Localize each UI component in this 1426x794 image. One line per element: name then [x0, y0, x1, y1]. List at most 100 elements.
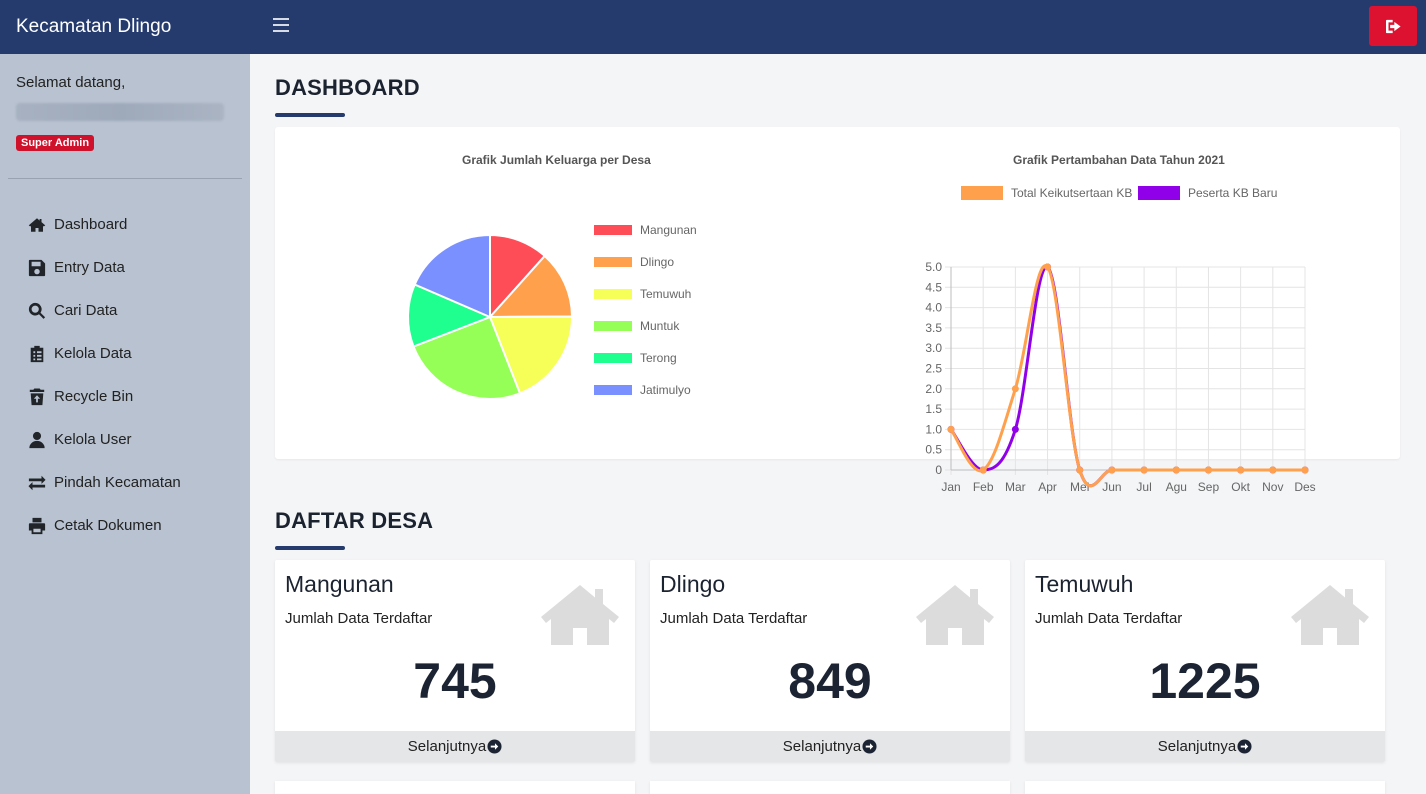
data-point[interactable] [1269, 466, 1277, 474]
x-tick-label: Sep [1198, 480, 1220, 494]
data-point[interactable] [1076, 466, 1084, 474]
village-card: Temuwuh Jumlah Data Terdaftar 1225 Selanjut… [1025, 560, 1385, 762]
y-tick-label: 0.5 [925, 443, 942, 457]
village-card-partial [650, 781, 1010, 794]
legend-label: Peserta KB Baru [1188, 186, 1278, 200]
brand-title[interactable]: Kecamatan Dlingo [0, 0, 250, 54]
data-point[interactable] [1204, 466, 1212, 474]
sidebar-item-recycle-bin[interactable]: Recycle Bin [0, 375, 250, 418]
sidebar-item-entry-data[interactable]: Entry Data [0, 246, 250, 289]
legend-swatch [594, 257, 632, 267]
villages-title: DAFTAR DESA [275, 508, 434, 533]
role-badge: Super Admin [16, 135, 95, 151]
data-point[interactable] [1237, 466, 1245, 474]
y-tick-label: 3.0 [925, 341, 942, 355]
arrow-circle-right-icon [1237, 739, 1252, 754]
legend-label: Dlingo [640, 255, 675, 269]
search-icon [28, 302, 46, 319]
village-card-partial [275, 781, 635, 794]
village-name: Temuwuh [1035, 571, 1134, 597]
data-point[interactable] [979, 466, 987, 474]
data-point[interactable] [1011, 425, 1019, 433]
pie-legend-item[interactable]: Muntuk [594, 319, 679, 333]
legend-label: Terong [640, 351, 677, 365]
villages-title-underline [275, 546, 345, 550]
pie-chart-title: Grafik Jumlah Keluarga per Desa [462, 153, 651, 167]
house-icon [916, 585, 994, 645]
village-detail-link[interactable]: Selanjutnya [650, 731, 1010, 762]
data-point[interactable] [1011, 385, 1019, 393]
save-icon [28, 259, 46, 276]
pie-legend-item[interactable]: Terong [594, 351, 677, 365]
sidebar-item-cari-data[interactable]: Cari Data [0, 289, 250, 332]
village-card-partial [1025, 781, 1385, 794]
legend-swatch [961, 186, 1003, 200]
x-tick-label: Agu [1166, 480, 1187, 494]
sidebar-item-kelola-data[interactable]: Kelola Data [0, 332, 250, 375]
legend-label: Mangunan [640, 223, 697, 237]
data-point[interactable] [1044, 263, 1052, 271]
x-tick-label: Jul [1136, 480, 1151, 494]
print-icon [28, 517, 46, 534]
x-tick-label: Feb [973, 480, 994, 494]
sidebar-item-pindah-kecamatan[interactable]: Pindah Kecamatan [0, 461, 250, 504]
y-tick-label: 5.0 [925, 260, 942, 274]
sidebar-divider [8, 178, 242, 179]
legend-label: Jatimulyo [640, 383, 691, 397]
welcome-text: Selamat datang, [16, 74, 126, 91]
x-tick-label: Jun [1102, 480, 1121, 494]
topbar [250, 0, 1426, 54]
sidebar: Kecamatan Dlingo Selamat datang, Super A… [0, 0, 250, 794]
x-tick-label: Mar [1005, 480, 1026, 494]
village-count: 1225 [1149, 653, 1261, 709]
main-content: DASHBOARD Grafik Jumlah Keluarga per Des… [250, 54, 1426, 794]
sidebar-item-dashboard[interactable]: Dashboard [0, 203, 250, 246]
village-detail-link[interactable]: Selanjutnya [275, 731, 635, 762]
detail-link-label: Selanjutnya [782, 738, 862, 755]
pie-legend-item[interactable]: Mangunan [594, 223, 697, 237]
pie-legend-item[interactable]: Temuwuh [594, 287, 691, 301]
arrow-circle-right-icon [862, 739, 877, 754]
village-card: Mangunan Jumlah Data Terdaftar 745 Selanjut… [275, 560, 635, 762]
village-subtitle: Jumlah Data Terdaftar [660, 610, 808, 627]
logout-button[interactable] [1369, 6, 1417, 46]
line-legend-item-baru[interactable]: Peserta KB Baru [1138, 186, 1277, 200]
legend-swatch [594, 225, 632, 235]
line-legend-item-total[interactable]: Total Keikutsertaan KB [961, 186, 1132, 200]
detail-link-label: Selanjutnya [407, 738, 487, 755]
y-tick-label: 2.0 [925, 382, 942, 396]
x-tick-label: Jan [941, 480, 960, 494]
sidebar-item-kelola-user[interactable]: Kelola User [0, 418, 250, 461]
clipboard-icon [30, 345, 44, 362]
sidebar-item-label: Dashboard [54, 216, 128, 233]
y-tick-label: 4.5 [925, 280, 942, 294]
pie-legend-item[interactable]: Dlingo [594, 255, 674, 269]
y-tick-label: 1.5 [925, 402, 942, 416]
village-count: 849 [788, 653, 872, 709]
village-detail-link[interactable]: Selanjutnya [1025, 731, 1385, 762]
sidebar-item-label: Kelola User [54, 431, 132, 448]
sidebar-item-label: Recycle Bin [54, 388, 134, 405]
data-point[interactable] [1172, 466, 1180, 474]
data-point[interactable] [947, 425, 955, 433]
x-tick-label: Apr [1038, 480, 1057, 494]
trash-restore-icon [29, 387, 45, 405]
exchange-icon [28, 475, 46, 490]
x-tick-label: Nov [1262, 480, 1283, 494]
dashboard-title-underline [275, 113, 345, 117]
y-tick-label: 1.0 [925, 422, 942, 436]
menu-toggle-icon[interactable] [273, 18, 289, 32]
data-point[interactable] [1140, 466, 1148, 474]
sidebar-item-cetak-dokumen[interactable]: Cetak Dokumen [0, 504, 250, 547]
pie-legend-item[interactable]: Jatimulyo [594, 383, 691, 397]
village-count: 745 [413, 653, 497, 709]
data-point[interactable] [1301, 466, 1309, 474]
line-chart: 5.0 4.5 4.0 3.5 3.0 2.5 2.0 1.5 1.0 0.5 0 Jan Feb Mar… [925, 260, 1315, 494]
legend-swatch [1138, 186, 1180, 200]
data-point[interactable] [1108, 466, 1116, 474]
home-icon [28, 217, 46, 232]
legend-label: Temuwuh [640, 287, 692, 301]
pie-chart [407, 233, 574, 400]
legend-label: Total Keikutsertaan KB [1011, 186, 1133, 200]
sidebar-item-label: Cetak Dokumen [54, 517, 162, 534]
